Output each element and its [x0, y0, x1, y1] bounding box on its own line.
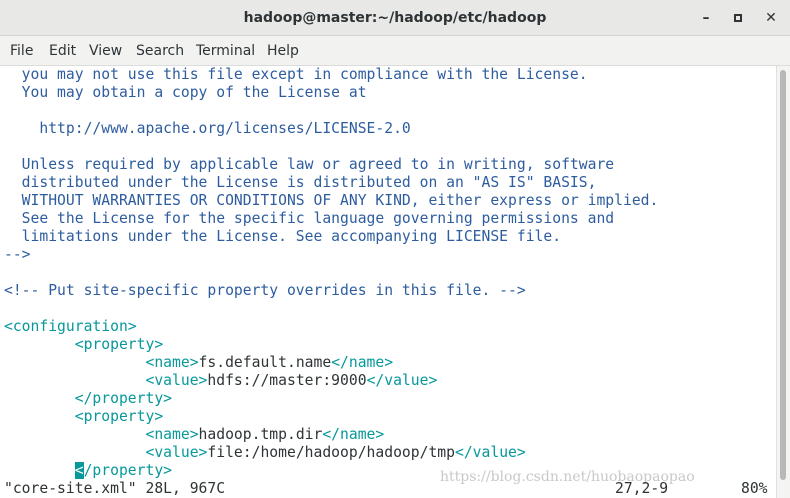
xml-tag: </name> — [322, 426, 385, 443]
editor-line: <configuration> — [4, 318, 137, 335]
xml-tag: </name> — [331, 354, 394, 371]
xml-tag: /property> — [83, 462, 173, 479]
xml-tag: <name> — [145, 426, 199, 443]
maximize-icon[interactable] — [728, 8, 748, 28]
xml-tag: </value> — [366, 372, 438, 389]
editor-line: --> — [4, 246, 31, 263]
status-file-info: "core-site.xml" 28L, 967C — [4, 480, 226, 497]
xml-text: fs.default.name — [198, 354, 332, 371]
minimize-icon[interactable]: – — [696, 8, 716, 28]
terminal-area[interactable]: you may not use this file except in comp… — [0, 66, 776, 498]
editor-line: You may obtain a copy of the License at — [4, 84, 367, 101]
xml-tag: <name> — [145, 354, 199, 371]
editor-line: </property> — [4, 462, 172, 480]
menu-view[interactable]: View — [89, 36, 122, 66]
menu-edit[interactable]: Edit — [49, 36, 76, 66]
xml-text: file:/home/hadoop/hadoop/tmp — [207, 444, 455, 461]
editor-line: <name>hadoop.tmp.dir</name> — [4, 426, 384, 444]
xml-text: hadoop.tmp.dir — [198, 426, 323, 443]
editor-line: <name>fs.default.name</name> — [4, 354, 393, 372]
menu-help[interactable]: Help — [267, 36, 299, 66]
editor-line: <!-- Put site-specific property override… — [4, 282, 526, 299]
editor-line: <value>file:/home/hadoop/hadoop/tmp</val… — [4, 444, 526, 462]
editor-line: See the License for the specific languag… — [4, 210, 615, 227]
editor-line: you may not use this file except in comp… — [4, 66, 588, 83]
editor-line: limitations under the License. See accom… — [4, 228, 562, 245]
editor-line: Unless required by applicable law or agr… — [4, 156, 615, 173]
editor-line: WITHOUT WARRANTIES OR CONDITIONS OF ANY … — [4, 192, 659, 209]
status-cursor-position: 27,2-9 — [615, 480, 669, 497]
editor-line: <value>hdfs://master:9000</value> — [4, 372, 437, 390]
editor-line: </property> — [4, 390, 173, 407]
menu-search[interactable]: Search — [136, 36, 184, 66]
editor-line: http://www.apache.org/licenses/LICENSE-2… — [4, 120, 411, 137]
editor-line: <property> — [4, 336, 164, 353]
xml-text: hdfs://master:9000 — [207, 372, 367, 389]
menu-terminal[interactable]: Terminal — [196, 36, 255, 66]
xml-tag: <value> — [145, 372, 208, 389]
xml-tag: </value> — [454, 444, 526, 461]
status-scroll-percent: 80% — [741, 480, 768, 497]
editor-line: distributed under the License is distrib… — [4, 174, 597, 191]
xml-tag: <value> — [145, 444, 208, 461]
scrollbar-thumb[interactable] — [780, 70, 786, 480]
text-cursor: < — [74, 462, 84, 479]
scrollbar[interactable] — [776, 66, 790, 498]
menu-file[interactable]: File — [10, 36, 33, 66]
title-bar: hadoop@master:~/hadoop/etc/hadoop – ✕ — [0, 0, 790, 36]
menu-bar: File Edit View Search Terminal Help — [0, 36, 790, 66]
editor-line: <property> — [4, 408, 164, 425]
window-title: hadoop@master:~/hadoop/etc/hadoop — [243, 10, 547, 26]
close-icon[interactable]: ✕ — [761, 8, 781, 28]
